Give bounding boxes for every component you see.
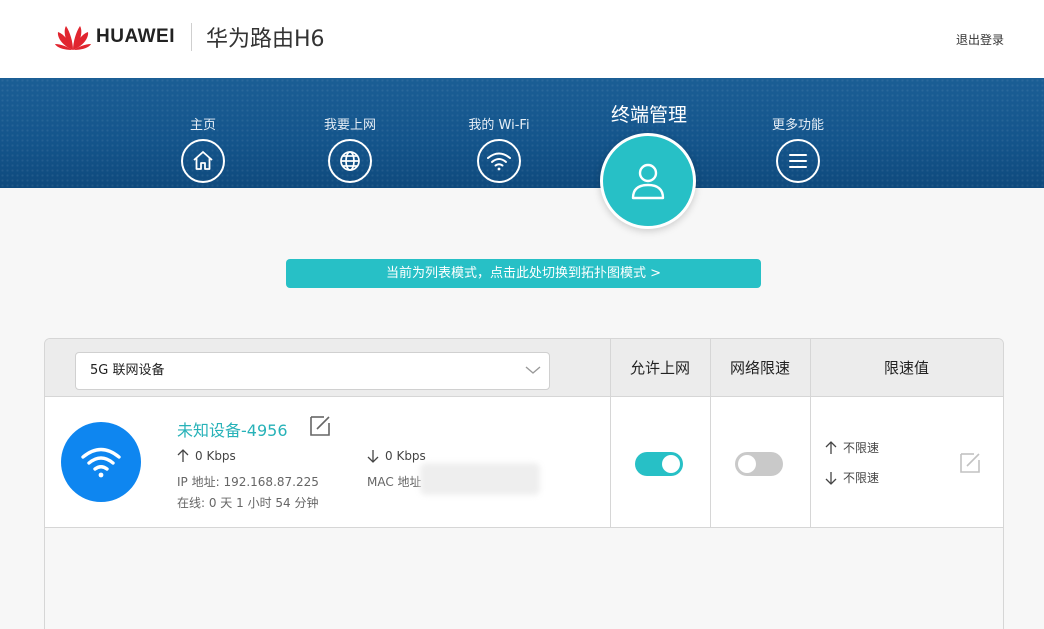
nav-label-devices: 终端管理 [610,104,687,126]
download-speed: 0 Kbps [367,449,426,463]
upload-limit-value: 不限速 [843,441,880,455]
nav-label-home: 主页 [189,118,216,133]
nav-item-wifi[interactable]: 我的 Wi-Fi [439,78,559,183]
user-icon[interactable] [600,133,696,229]
table-row: 未知设备-4956 0 Kbps 0 Kbps IP 地址: 192.168.8… [45,397,1003,528]
column-divider [810,339,811,528]
download-limit: 不限速 [825,469,879,486]
wifi-icon [477,139,521,183]
arrow-up-icon [825,440,837,454]
device-online-time: 在线: 0 天 1 小时 54 分钟 [177,496,319,510]
nav-label-internet: 我要上网 [323,118,376,133]
huawei-logo-icon [55,26,91,50]
toggle-knob [662,455,680,473]
product-name: 华为路由H6 [206,27,325,52]
nav-item-devices[interactable]: 终端管理 [589,78,709,127]
table-header: 5G 联网设备 允许上网 网络限速 限速值 [45,339,1003,397]
device-name[interactable]: 未知设备-4956 [177,417,288,441]
home-icon [181,139,225,183]
logout-link[interactable]: 退出登录 [956,31,1004,48]
edit-icon[interactable] [308,414,332,438]
arrow-down-icon [825,471,837,485]
toggle-knob [738,455,756,473]
device-filter-value: 5G 联网设备 [90,363,165,378]
allow-internet-toggle[interactable] [635,452,683,476]
device-filter-select[interactable]: 5G 联网设备 [75,352,550,390]
column-header-allow-internet: 允许上网 [629,359,690,377]
column-header-speed-limit: 网络限速 [729,359,790,377]
speed-limit-toggle[interactable] [735,452,783,476]
device-wifi-icon [61,422,141,502]
mac-redaction [420,463,540,495]
download-limit-value: 不限速 [843,471,880,485]
nav-item-more[interactable]: 更多功能 [738,78,858,183]
nav-label-more: 更多功能 [771,118,824,133]
upload-limit: 不限速 [825,439,879,456]
menu-icon [776,139,820,183]
brand-name: HUAWEI [96,26,175,47]
column-divider [710,339,711,528]
device-table: 5G 联网设备 允许上网 网络限速 限速值 未知设备-4956 0 Kbps 0… [44,338,1004,629]
nav-label-wifi: 我的 Wi-Fi [468,118,530,133]
download-speed-value: 0 Kbps [385,449,426,463]
column-divider [610,339,611,528]
nav-item-home[interactable]: 主页 [143,78,263,183]
brand: HUAWEI 华为路由H6 [54,22,325,52]
top-header: HUAWEI 华为路由H6 退出登录 [0,0,1044,78]
brand-divider [191,23,192,51]
mode-switch-button[interactable]: 当前为列表模式，点击此处切换到拓扑图模式 > [286,259,761,288]
chevron-down-icon [525,366,541,374]
main-nav: 主页 我要上网 我的 Wi-Fi 终端管理 更多功能 [0,78,1044,188]
upload-speed: 0 Kbps [177,449,236,463]
arrow-down-icon [367,450,379,463]
device-mac: MAC 地址 [367,475,422,489]
arrow-up-icon [177,449,189,462]
upload-speed-value: 0 Kbps [195,449,236,463]
globe-icon [328,139,372,183]
device-ip: IP 地址: 192.168.87.225 [177,475,319,489]
column-header-limit-value: 限速值 [883,359,929,377]
edit-icon[interactable] [958,451,982,475]
nav-item-internet[interactable]: 我要上网 [290,78,410,183]
